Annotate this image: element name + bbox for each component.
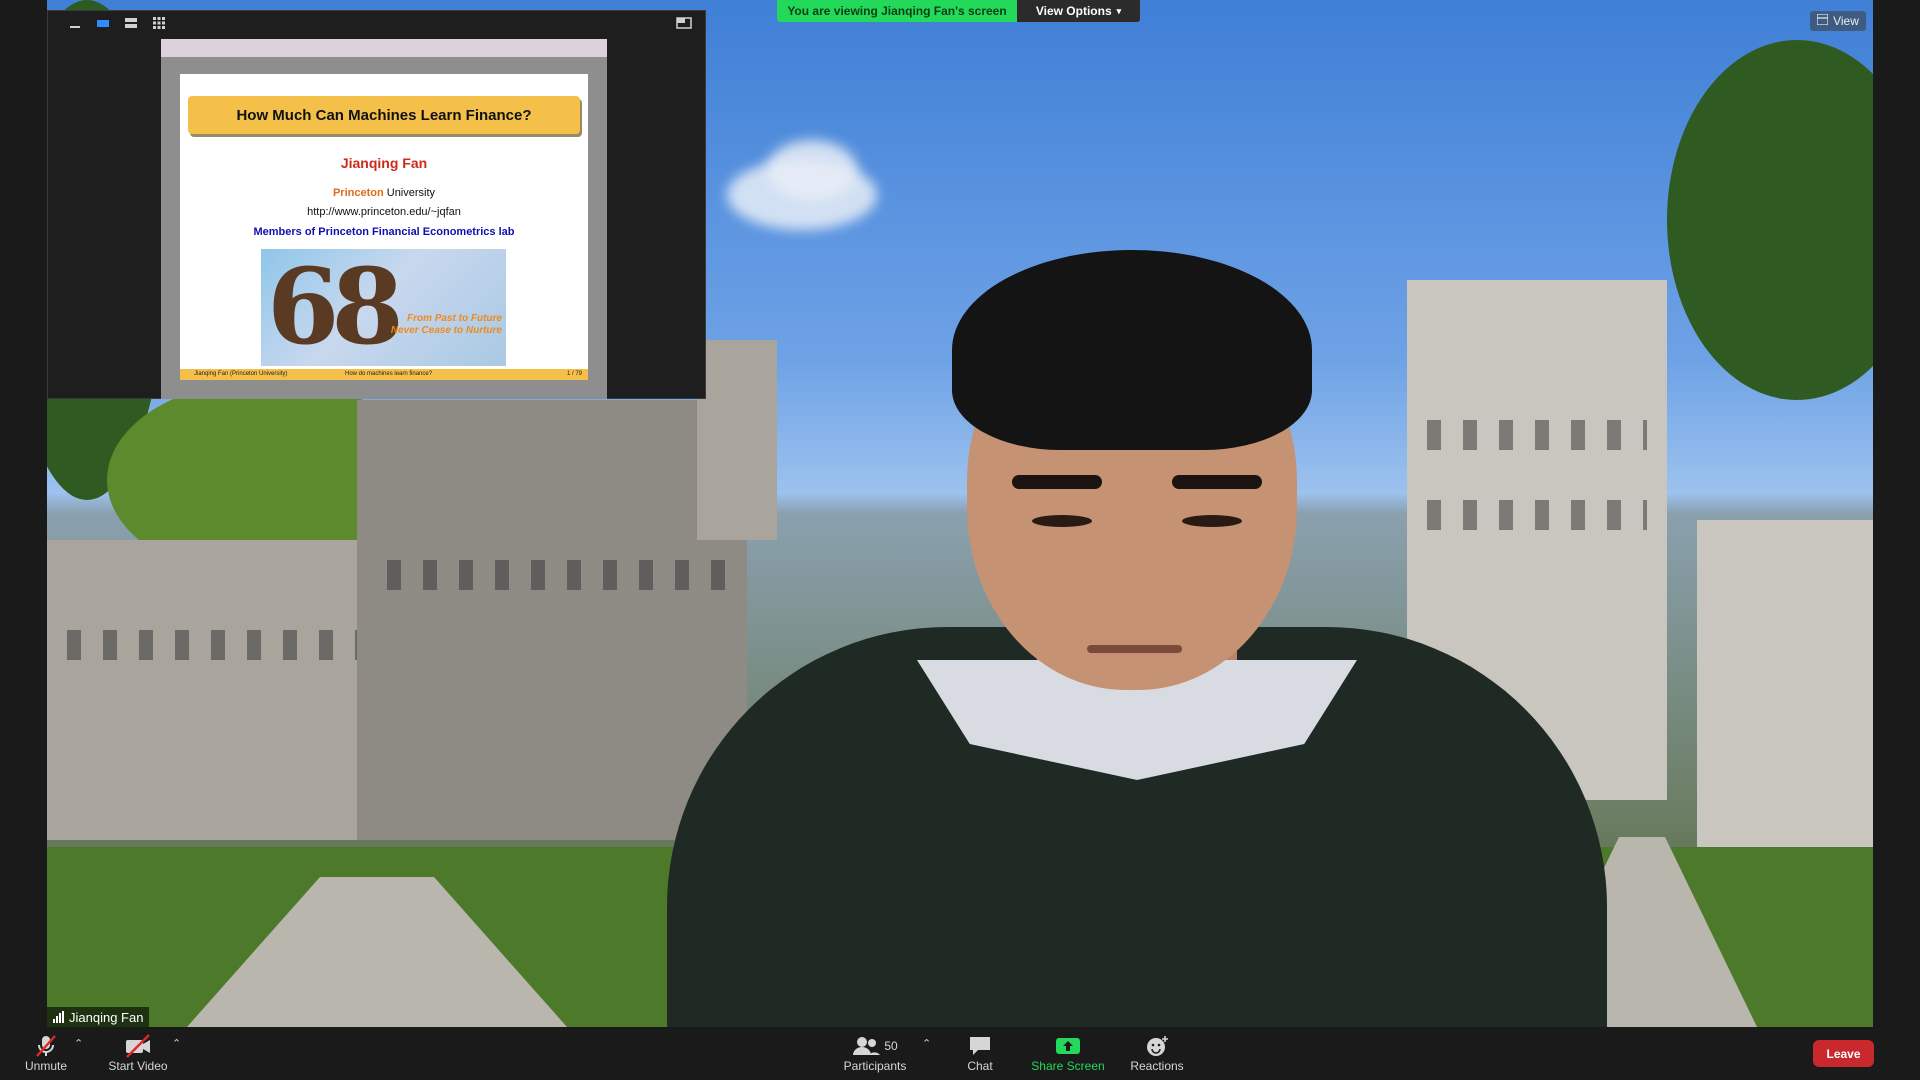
muted-microphone-icon (33, 1033, 59, 1059)
view-options-label: View Options (1035, 4, 1112, 18)
share-screen-button[interactable]: Share Screen (1030, 1033, 1106, 1077)
leave-button[interactable]: Leave (1813, 1040, 1874, 1067)
grid-icon (1816, 13, 1829, 28)
university-rest: University (383, 187, 436, 199)
mouth (1087, 645, 1182, 653)
zoom-meeting-window: How Much Can Machines Learn Finance? Jia… (0, 0, 1920, 1080)
participants-options-caret-icon[interactable]: ⌃ (922, 1037, 931, 1050)
pdf-viewer-toolbar (161, 39, 607, 57)
unmute-label: Unmute (24, 1059, 68, 1073)
screen-share-banner: You are viewing Jianqing Fan's screen Vi… (777, 0, 1140, 22)
thumbnail-view-icon[interactable] (93, 16, 113, 34)
shared-screen-toolbar (48, 11, 705, 39)
slide-lab: Members of Princeton Financial Econometr… (253, 226, 515, 238)
chat-label: Chat (967, 1059, 993, 1073)
slide-author: Jianqing Fan (340, 155, 428, 171)
audio-options-caret-icon[interactable]: ⌃ (74, 1037, 83, 1050)
view-button[interactable]: View (1810, 11, 1866, 31)
minimize-icon[interactable] (65, 16, 85, 34)
building (47, 540, 377, 840)
anniversary-image: 68 From Past to Future Never Cease to Nur… (261, 249, 506, 366)
share-screen-label: Share Screen (1031, 1059, 1105, 1073)
shared-screen-panel[interactable]: How Much Can Machines Learn Finance? Jia… (47, 10, 706, 399)
unmute-button[interactable]: Unmute (22, 1033, 70, 1077)
tree (1667, 40, 1873, 400)
speaker-view-icon[interactable] (121, 16, 141, 34)
signal-strength-icon (53, 1011, 64, 1023)
slide-footer: Jianqing Fan (Princeton University) How … (180, 369, 588, 380)
exit-minimized-icon[interactable] (674, 16, 694, 34)
image-motto: From Past to Future Never Cease to Nurtur… (391, 313, 502, 337)
reactions-icon (1145, 1033, 1169, 1059)
presentation-slide: How Much Can Machines Learn Finance? Jia… (180, 74, 588, 380)
eyebrow (1172, 475, 1262, 489)
anniversary-number: 68 (267, 249, 404, 366)
view-options-button[interactable]: View Options ▾ (1017, 0, 1140, 22)
slide-url: http://www.princeton.edu/~jqfan (307, 206, 461, 218)
eye (1032, 515, 1092, 527)
building (1697, 520, 1873, 860)
chevron-down-icon: ▾ (1116, 5, 1122, 16)
footer-title: How do machines learn finance? (345, 371, 433, 377)
view-button-label: View (1833, 14, 1859, 28)
chat-icon (968, 1033, 992, 1059)
cloud (767, 140, 857, 200)
share-screen-icon (1055, 1033, 1081, 1059)
building-windows (67, 630, 357, 660)
gallery-view-icon[interactable] (149, 16, 169, 34)
participants-count: 50 (884, 1039, 898, 1053)
presenter-video (667, 250, 1607, 1027)
participants-label: Participants (843, 1059, 907, 1073)
pdf-viewer: How Much Can Machines Learn Finance? Jia… (161, 39, 607, 399)
participant-name: Jianqing Fan (69, 1009, 144, 1025)
participant-name-tag: Jianqing Fan (47, 1007, 150, 1027)
viewing-screen-label: You are viewing Jianqing Fan's screen (777, 0, 1017, 22)
video-options-caret-icon[interactable]: ⌃ (172, 1037, 181, 1050)
footer-page: 1 / 79 (566, 371, 582, 377)
footer-author: Jianqing Fan (Princeton University) (194, 371, 288, 377)
slide-title: How Much Can Machines Learn Finance? (188, 96, 580, 134)
reactions-button[interactable]: Reactions (1128, 1033, 1186, 1077)
eyebrow (1012, 475, 1102, 489)
slide-university: Princeton University (180, 187, 588, 199)
video-off-icon (123, 1033, 153, 1059)
image-motto-line-2: Never Cease to Nurture (390, 325, 502, 336)
meeting-controls-bar: Unmute ⌃ Start Video ⌃ 50 Participants ⌃… (0, 1027, 1920, 1080)
hair (952, 250, 1312, 450)
participants-button[interactable]: 50 Participants (840, 1033, 910, 1077)
image-motto-line-1: From Past to Future (406, 313, 502, 324)
eye (1182, 515, 1242, 527)
participants-icon: 50 (852, 1033, 898, 1059)
start-video-label: Start Video (108, 1059, 168, 1073)
start-video-button[interactable]: Start Video (106, 1033, 170, 1077)
chat-button[interactable]: Chat (962, 1033, 998, 1077)
reactions-label: Reactions (1130, 1059, 1184, 1073)
university-highlight: Princeton (332, 187, 384, 199)
